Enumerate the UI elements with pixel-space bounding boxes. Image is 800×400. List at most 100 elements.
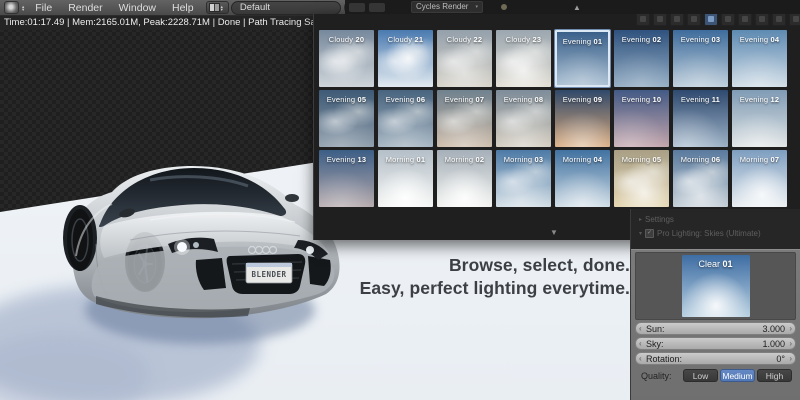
properties-tab-icon[interactable] [653, 12, 667, 26]
sky-thumbnail[interactable]: Morning 03 [496, 150, 551, 207]
thumbnail-label: Morning 06 [673, 155, 728, 164]
thumbnail-label: Cloudy 20 [319, 35, 374, 44]
sky-thumbnail[interactable]: Morning 05 [614, 150, 669, 207]
quality-row: Quality: Low Medium High [635, 369, 796, 382]
sky-thumbnail[interactable]: Evening 03 [673, 30, 728, 87]
screen-layout-field[interactable]: Default [231, 1, 341, 15]
sky-thumbnail[interactable]: Evening 07 [437, 90, 492, 147]
sky-thumbnail[interactable]: Cloudy 21 [378, 30, 433, 87]
properties-tab-icon[interactable] [789, 12, 800, 26]
thumbnail-label: Evening 06 [378, 95, 433, 104]
sky-thumbnail[interactable]: Evening 13 [319, 150, 374, 207]
editor-updown-icon: ▴▾ [22, 5, 24, 11]
thumbnail-label: Evening 13 [319, 155, 374, 164]
properties-tab-icon[interactable] [636, 12, 650, 26]
sky-thumbnail-grid: Cloudy 20 Cloudy 21 Cloudy 22 Cloudy 23 Even… [314, 14, 800, 207]
sky-thumbnail[interactable]: Morning 04 [555, 150, 610, 207]
sky-thumbnail[interactable]: Evening 05 [319, 90, 374, 147]
properties-tab-icon[interactable] [721, 12, 735, 26]
thumbnail-label: Evening 04 [732, 35, 787, 44]
expand-arrow-icon: ▸ [639, 216, 642, 223]
thumbnail-label: Morning 05 [614, 155, 669, 164]
sky-thumbnail[interactable]: Evening 12 [732, 90, 787, 147]
panel-collapsed-headers: ▸ Settings ▾ ✓ Pro Lighting: Skies (Ulti… [631, 209, 800, 249]
thumbnail-label: Morning 01 [378, 155, 433, 164]
addon-panel-header[interactable]: ▾ ✓ Pro Lighting: Skies (Ultimate) [639, 226, 800, 240]
thumbnail-label: Evening 11 [673, 95, 728, 104]
properties-tab-icon[interactable] [738, 12, 752, 26]
thumbnail-label: Evening 12 [732, 95, 787, 104]
sun-slider-label: Sun: [646, 324, 665, 334]
sky-thumbnail[interactable]: Evening 08 [496, 90, 551, 147]
sky-preview-box: Clear 01 [635, 252, 796, 320]
thumbnail-label: Cloudy 23 [496, 35, 551, 44]
sky-thumbnail[interactable]: Evening 02 [614, 30, 669, 87]
popup-header: Cycles Render ▾ ▲ [345, 0, 800, 14]
quality-high-button[interactable]: High [757, 369, 792, 382]
layout-grid-icon [209, 3, 220, 12]
thumbnail-label: Evening 01 [557, 37, 608, 46]
slider-left-arrow[interactable]: ‹ [639, 338, 642, 349]
slider-right-arrow[interactable]: › [789, 353, 792, 364]
thumbnail-label: Cloudy 22 [437, 35, 492, 44]
sky-thumbnail[interactable]: Morning 02 [437, 150, 492, 207]
panel-main: Clear 01 ‹ Sun: 3.000 › ‹ Sky: 1.000 › ‹… [631, 249, 800, 400]
sky-thumbnail[interactable]: Cloudy 22 [437, 30, 492, 87]
properties-tab-icon[interactable] [687, 12, 701, 26]
slider-left-arrow[interactable]: ‹ [639, 353, 642, 364]
sky-slider-value: 1.000 [762, 339, 785, 349]
menu-file[interactable]: File [27, 2, 60, 14]
menu-window[interactable]: Window [111, 2, 164, 14]
sky-thumbnail-selected[interactable]: Evening 01 [555, 30, 610, 87]
sky-thumbnail[interactable]: Evening 11 [673, 90, 728, 147]
selected-sky-preview[interactable]: Clear 01 [682, 255, 750, 317]
tagline-line1: Browse, select, done. [360, 254, 630, 277]
sky-thumbnail[interactable]: Morning 01 [378, 150, 433, 207]
menu-render[interactable]: Render [60, 2, 110, 14]
sky-thumbnail[interactable]: Evening 06 [378, 90, 433, 147]
addon-checkbox[interactable]: ✓ [645, 229, 654, 238]
screen-layout-icon[interactable]: ▴▾ [206, 1, 229, 14]
header-button[interactable] [349, 3, 365, 12]
scroll-down-arrow[interactable]: ▼ [550, 228, 558, 237]
sky-thumbnail[interactable]: Evening 04 [732, 30, 787, 87]
slider-left-arrow[interactable]: ‹ [639, 323, 642, 334]
slider-right-arrow[interactable]: › [789, 323, 792, 334]
sky-thumbnail[interactable]: Cloudy 20 [319, 30, 374, 87]
thumbnail-label: Evening 09 [555, 95, 610, 104]
info-editor-icon[interactable] [4, 1, 19, 14]
properties-tab-icon[interactable] [704, 12, 718, 26]
tagline-line2: Easy, perfect lighting everytime. [360, 277, 630, 300]
license-plate-text: BLENDER [251, 270, 286, 279]
sky-thumbnail[interactable]: Morning 06 [673, 150, 728, 207]
settings-header-label: Settings [645, 215, 674, 224]
rotation-slider[interactable]: ‹ Rotation: 0° › [635, 352, 796, 365]
sky-thumbnail[interactable]: Evening 10 [614, 90, 669, 147]
header-button[interactable] [369, 3, 385, 12]
quality-low-button[interactable]: Low [683, 369, 718, 382]
car-render: BLENDER [0, 160, 360, 400]
addon-header-label: Pro Lighting: Skies (Ultimate) [657, 229, 761, 238]
sky-slider-label: Sky: [646, 339, 664, 349]
properties-tab-icon[interactable] [772, 12, 786, 26]
sky-thumbnail[interactable]: Cloudy 23 [496, 30, 551, 87]
thumbnail-label: Morning 04 [555, 155, 610, 164]
render-engine-dropdown[interactable]: Cycles Render ▾ [411, 1, 483, 13]
thumbnail-label: Evening 10 [614, 95, 669, 104]
thumbnail-label: Cloudy 21 [378, 35, 433, 44]
sun-slider[interactable]: ‹ Sun: 3.000 › [635, 322, 796, 335]
settings-panel-header[interactable]: ▸ Settings [639, 212, 800, 226]
sky-slider[interactable]: ‹ Sky: 1.000 › [635, 337, 796, 350]
properties-tab-icon[interactable] [755, 12, 769, 26]
rotation-slider-label: Rotation: [646, 354, 682, 364]
menu-help[interactable]: Help [164, 2, 202, 14]
properties-tab-icon[interactable] [670, 12, 684, 26]
pin-icon[interactable] [501, 4, 507, 10]
sun-slider-value: 3.000 [762, 324, 785, 334]
sky-thumbnail[interactable]: Evening 09 [555, 90, 610, 147]
thumbnail-label: Evening 03 [673, 35, 728, 44]
slider-right-arrow[interactable]: › [789, 338, 792, 349]
scroll-up-arrow[interactable]: ▲ [573, 3, 581, 12]
sky-thumbnail[interactable]: Morning 07 [732, 150, 787, 207]
quality-medium-button[interactable]: Medium [720, 369, 755, 382]
